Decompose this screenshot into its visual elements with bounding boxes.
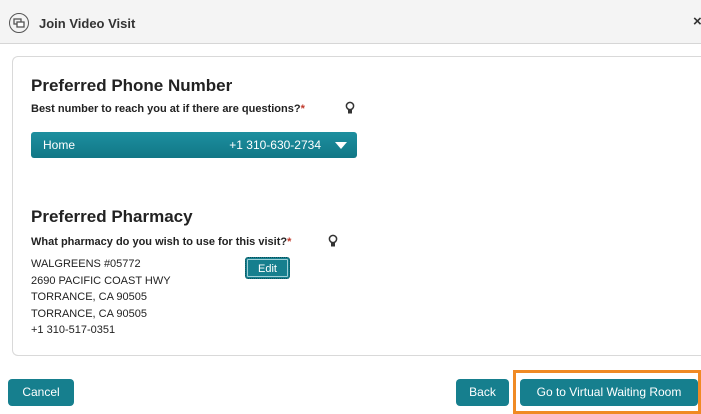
- pharmacy-question-text: What pharmacy do you wish to use for thi…: [31, 236, 288, 248]
- phone-type-label: Home: [43, 138, 76, 152]
- pharmacy-name: WALGREENS #05772: [31, 258, 141, 270]
- chevron-down-icon: [335, 142, 347, 149]
- pharmacy-phone: +1 310-517-0351: [31, 324, 116, 336]
- go-to-waiting-room-button[interactable]: Go to Virtual Waiting Room: [520, 379, 698, 406]
- pharmacy-city: TORRANCE, CA 90505: [31, 291, 147, 303]
- required-marker: *: [300, 103, 305, 115]
- phone-number-value: +1 310-630-2734: [229, 138, 321, 152]
- pharmacy-city-2: TORRANCE, CA 90505: [31, 307, 147, 320]
- phone-section-heading: Preferred Phone Number: [31, 76, 233, 95]
- pharmacy-address: WALGREENS #05772 2690 PACIFIC COAST HWY …: [31, 256, 171, 339]
- dialog-titlebar: Join Video Visit ×: [0, 0, 701, 44]
- pharmacy-section-heading: Preferred Pharmacy: [31, 207, 193, 226]
- required-marker: *: [287, 236, 292, 248]
- lightbulb-icon[interactable]: [345, 101, 355, 120]
- lightbulb-icon[interactable]: [328, 234, 338, 253]
- edit-pharmacy-button[interactable]: Edit: [245, 257, 290, 279]
- pharmacy-question: What pharmacy do you wish to use for thi…: [31, 236, 291, 248]
- back-button[interactable]: Back: [456, 379, 509, 406]
- dialog-title: Join Video Visit: [39, 16, 136, 31]
- phone-question: Best number to reach you at if there are…: [31, 103, 305, 115]
- pharmacy-street: 2690 PACIFIC COAST HWY: [31, 274, 171, 287]
- video-visit-icon: [9, 13, 29, 33]
- cancel-button[interactable]: Cancel: [8, 379, 74, 406]
- phone-number-select[interactable]: Home +1 310-630-2734: [31, 132, 357, 158]
- phone-question-text: Best number to reach you at if there are…: [31, 103, 301, 115]
- close-icon[interactable]: ×: [693, 13, 701, 30]
